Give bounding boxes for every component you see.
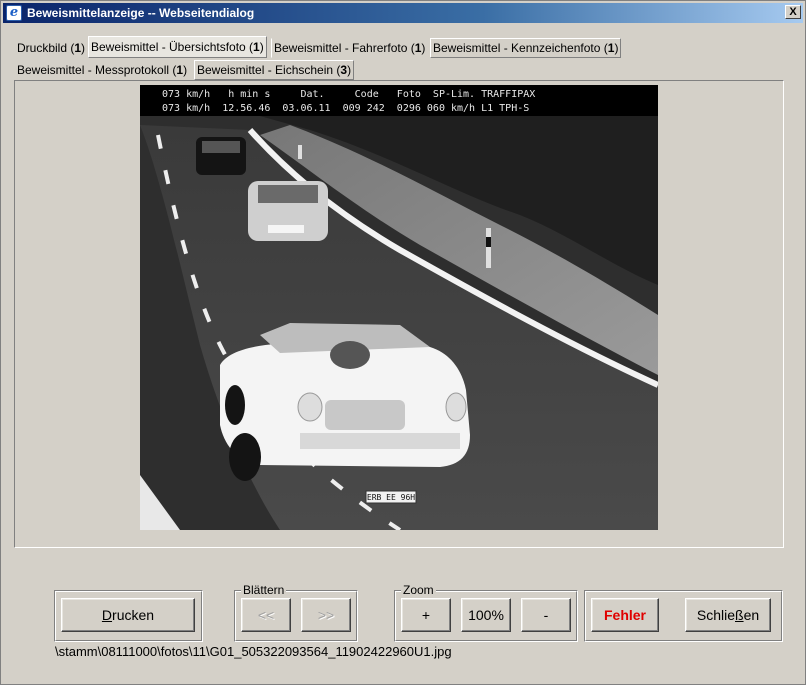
next-page-button[interactable]: >> bbox=[301, 598, 351, 632]
tab-suffix: ) bbox=[259, 40, 264, 54]
tab-messprotokoll[interactable]: Beweismittel - Messprotokoll (1) bbox=[14, 60, 190, 80]
zoom-in-button[interactable]: + bbox=[401, 598, 451, 632]
tab-druckbild[interactable]: Druckbild (1) bbox=[14, 38, 88, 58]
tab-label: Beweismittel - Messprotokoll ( bbox=[17, 63, 177, 77]
tab-fahrerfoto[interactable]: Beweismittel - Fahrerfoto (1) bbox=[271, 38, 428, 58]
zoom-reset-button[interactable]: 100% bbox=[461, 598, 511, 632]
file-path-label: \stamm\08111000\fotos\11\G01_50532209356… bbox=[55, 644, 452, 659]
license-plate-text: ERB EE 96H bbox=[367, 493, 415, 502]
tab-label: Druckbild ( bbox=[17, 41, 75, 55]
tab-kennzeichenfoto[interactable]: Beweismittel - Kennzeichenfoto (1) bbox=[430, 38, 622, 58]
tab-suffix: ) bbox=[421, 41, 426, 55]
browse-group-label: Blättern bbox=[241, 583, 287, 597]
close-button[interactable]: Schließen bbox=[685, 598, 771, 632]
print-label-accel: D bbox=[101, 607, 113, 623]
window-title: Beweismittelanzeige -- Webseitendialog bbox=[27, 6, 255, 20]
tab-count: 1 bbox=[253, 40, 260, 54]
dialog-window: e Beweismittelanzeige -- Webseitendialog… bbox=[0, 0, 806, 685]
tab-suffix: ) bbox=[81, 41, 86, 55]
tab-suffix: ) bbox=[614, 41, 619, 55]
print-button[interactable]: Drucken bbox=[61, 598, 195, 632]
close-icon[interactable]: X bbox=[785, 5, 801, 19]
zoom-group-label: Zoom bbox=[401, 583, 436, 597]
tab-label: Beweismittel - Fahrerfoto ( bbox=[274, 41, 415, 55]
tab-label: Beweismittel - Übersichtsfoto ( bbox=[91, 40, 254, 54]
tab-label: Beweismittel - Eichschein ( bbox=[197, 63, 341, 77]
close-label-accel: ß bbox=[735, 607, 744, 623]
close-label-pre: Schlie bbox=[696, 607, 735, 623]
tab-uebersichtsfoto[interactable]: Beweismittel - Übersichtsfoto (1) bbox=[88, 36, 267, 58]
internet-explorer-icon: e bbox=[6, 5, 22, 21]
zoom-out-button[interactable]: - bbox=[521, 598, 571, 632]
tab-label: Beweismittel - Kennzeichenfoto ( bbox=[433, 41, 608, 55]
tab-suffix: ) bbox=[347, 63, 352, 77]
road-scene-image: ERB EE 96H bbox=[140, 116, 658, 530]
evidence-photo: 073 km/h h min s Dat. Code Foto SP-Lim. … bbox=[140, 85, 658, 530]
error-button[interactable]: Fehler bbox=[591, 598, 659, 632]
title-bar[interactable]: e Beweismittelanzeige -- Webseitendialog… bbox=[3, 3, 803, 23]
prev-page-button[interactable]: << bbox=[241, 598, 291, 632]
tab-eichschein[interactable]: Beweismittel - Eichschein (3) bbox=[194, 60, 355, 80]
close-label-post: en bbox=[743, 607, 760, 623]
tab-suffix: ) bbox=[183, 63, 188, 77]
print-label-post: rucken bbox=[112, 607, 155, 623]
